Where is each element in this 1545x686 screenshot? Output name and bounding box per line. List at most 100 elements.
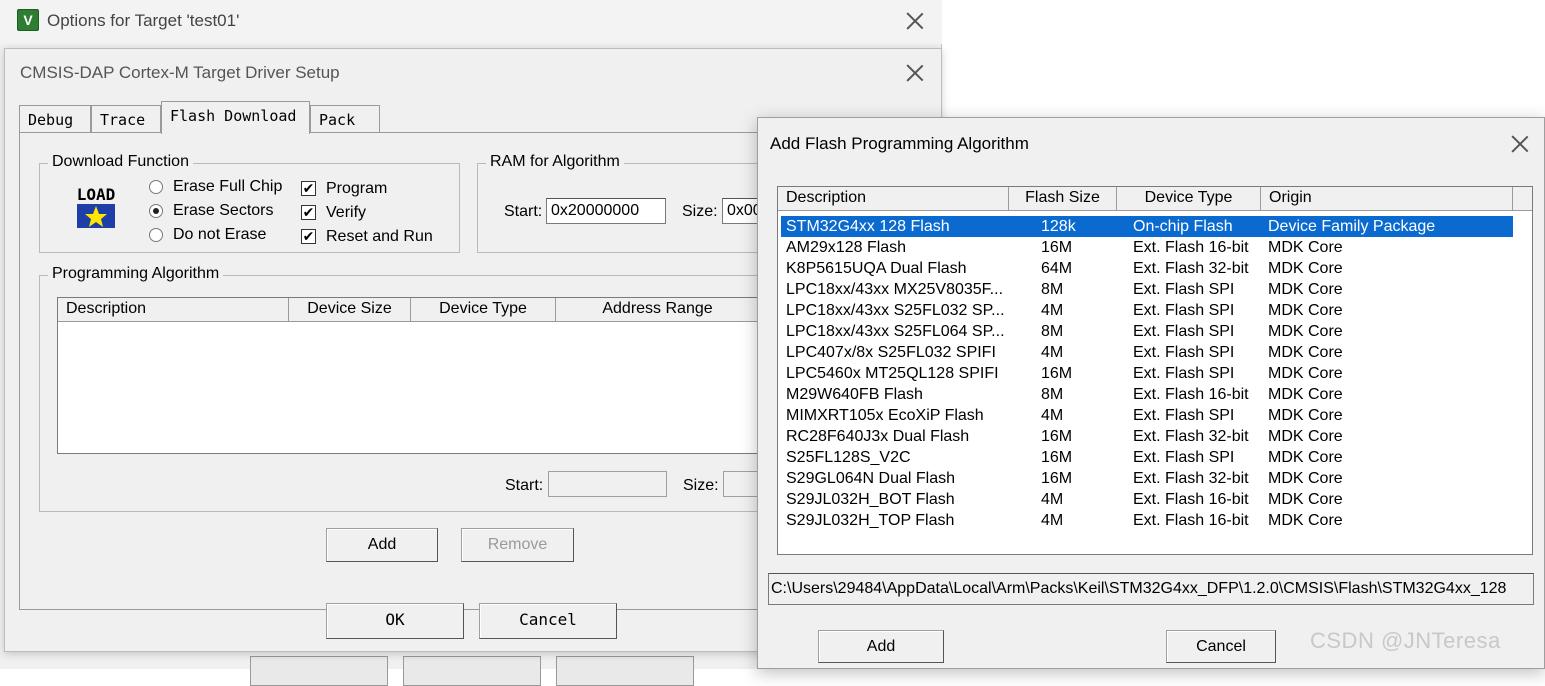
algo-origin: MDK Core [1268,428,1343,445]
dialog-title: Add Flash Programming Algorithm [770,134,1029,153]
outer-cancel-button[interactable] [403,656,541,686]
column-header-device-type[interactable]: Device Type [1117,187,1261,211]
erase-sectors-label[interactable]: Erase Sectors [173,202,273,220]
algo-description: M29W640FB Flash [786,386,923,403]
algo-description: AM29x128 Flash [786,239,907,256]
dialog-close-icon[interactable] [1510,134,1530,154]
algo-description: LPC18xx/43xx S25FL032 SP... [786,302,1005,319]
algo-device-type: Ext. Flash SPI [1133,323,1235,340]
algo-size-label: Size: [683,477,719,494]
remove-button[interactable]: Remove [461,528,574,562]
flash-algorithm-row[interactable]: MIMXRT105x EcoXiP Flash 4M Ext. Flash SPI M… [781,405,1513,426]
algo-origin: MDK Core [1268,323,1343,340]
dialog-add-button[interactable]: Add [818,630,944,663]
flash-algorithm-row[interactable]: LPC18xx/43xx MX25V8035F... 8M Ext. Flash S… [781,279,1513,300]
erase-sectors-radio[interactable] [149,204,163,218]
reset-and-run-label[interactable]: Reset and Run [326,228,433,246]
flash-algorithm-row[interactable]: AM29x128 Flash 16M Ext. Flash 16-bit MDK Co… [781,237,1513,258]
verify-checkbox[interactable]: ✔ [301,205,316,220]
flash-algorithm-row[interactable]: LPC407x/8x S25FL032 SPIFI 4M Ext. Flash SP… [781,342,1513,363]
algo-flash-size: 8M [1041,323,1064,340]
add-button[interactable]: Add [326,528,438,562]
algo-description: LPC407x/8x S25FL032 SPIFI [786,344,996,361]
algo-origin: MDK Core [1268,281,1343,298]
flash-algorithm-row[interactable]: S29GL064N Dual Flash 16M Ext. Flash 32-bit… [781,468,1513,489]
algo-description: S25FL128S_V2C [786,449,911,466]
ram-size-input[interactable]: 0x00 [722,198,758,224]
algo-device-type: On-chip Flash [1133,218,1233,235]
flash-algorithm-row[interactable]: S25FL128S_V2C 16M Ext. Flash SPI MDK Core [781,447,1513,468]
algo-description: S29JL032H_BOT Flash [786,491,955,508]
flash-algorithm-list[interactable]: Description Flash Size Device Type Origi… [777,186,1533,555]
outer-defaults-button[interactable] [556,656,694,686]
column-header-address-range[interactable]: Address Range [556,298,760,322]
algo-description: MIMXRT105x EcoXiP Flash [786,407,984,424]
do-not-erase-radio[interactable] [149,228,163,242]
algo-device-type: Ext. Flash SPI [1133,344,1235,361]
column-header-device-size[interactable]: Device Size [289,298,411,322]
ram-start-input[interactable]: 0x20000000 [546,198,666,224]
flash-algorithm-row[interactable]: S29JL032H_TOP Flash 4M Ext. Flash 16-bit MD… [781,510,1513,531]
ram-size-label: Size: [682,203,718,220]
dialog-cancel-button[interactable]: Cancel [1166,630,1276,663]
algo-device-type: Ext. Flash 16-bit [1133,491,1249,508]
algo-origin: Device Family Package [1268,218,1436,235]
tab-debug[interactable]: Debug [19,105,91,133]
flash-algorithm-row[interactable]: M29W640FB Flash 8M Ext. Flash 16-bit MDK Co… [781,384,1513,405]
flash-algorithm-row[interactable]: RC28F640J3x Dual Flash 16M Ext. Flash 32-b… [781,426,1513,447]
algo-description: S29JL032H_TOP Flash [786,512,955,529]
tab-flash-download[interactable]: Flash Download [161,101,310,134]
algo-device-type: Ext. Flash 16-bit [1133,512,1249,529]
tab-trace[interactable]: Trace [91,105,161,133]
algo-description: LPC18xx/43xx S25FL064 SP... [786,323,1005,340]
inner-close-icon[interactable] [905,63,925,83]
flash-algorithm-row[interactable]: S29JL032H_BOT Flash 4M Ext. Flash 16-bit MD… [781,489,1513,510]
erase-full-chip-label[interactable]: Erase Full Chip [173,178,282,196]
algo-device-type: Ext. Flash 32-bit [1133,428,1249,445]
tab-pack[interactable]: Pack [310,105,380,133]
verify-label[interactable]: Verify [326,204,366,222]
flash-algorithm-row[interactable]: K8P5615UQA Dual Flash 64M Ext. Flash 32-bi… [781,258,1513,279]
flash-algorithm-row[interactable]: LPC5460x MT25QL128 SPIFI 16M Ext. Flash SP… [781,363,1513,384]
program-label[interactable]: Program [326,180,387,198]
algo-device-type: Ext. Flash 32-bit [1133,260,1249,277]
flash-algorithm-row[interactable]: STM32G4xx 128 Flash 128k On-chip Flash Devi… [781,216,1513,237]
watermark: CSDN @JNTeresa [1310,628,1501,653]
reset-and-run-checkbox[interactable]: ✔ [301,229,316,244]
programming-algorithm-label: Programming Algorithm [48,265,224,283]
algo-device-type: Ext. Flash 32-bit [1133,470,1249,487]
algo-flash-size: 16M [1041,470,1073,487]
algorithm-path-field[interactable]: C:\Users\29484\AppData\Local\Arm\Packs\K… [768,573,1534,605]
algo-origin: MDK Core [1268,365,1343,382]
erase-full-chip-radio[interactable] [149,180,163,194]
column-header-flash-size[interactable]: Flash Size [1009,187,1117,211]
algo-device-type: Ext. Flash SPI [1133,302,1235,319]
algo-flash-size: 128k [1041,218,1076,235]
column-header-description[interactable]: Description [778,187,1009,211]
outer-ok-button[interactable] [250,656,388,686]
column-header-origin[interactable]: Origin [1261,187,1513,211]
do-not-erase-label[interactable]: Do not Erase [173,226,266,244]
program-checkbox[interactable]: ✔ [301,181,316,196]
flash-algorithm-row[interactable]: LPC18xx/43xx S25FL064 SP... 8M Ext. Flash … [781,321,1513,342]
ok-button[interactable]: OK [326,603,464,639]
column-header-device-type[interactable]: Device Type [411,298,556,322]
flash-algorithm-row[interactable]: LPC18xx/43xx S25FL032 SP... 4M Ext. Flash … [781,300,1513,321]
algo-description: K8P5615UQA Dual Flash [786,260,967,277]
keil-uvision-icon: V [17,9,39,31]
algo-flash-size: 64M [1041,260,1073,277]
inner-window-title: CMSIS-DAP Cortex-M Target Driver Setup [20,63,340,82]
algo-flash-size: 16M [1041,239,1073,256]
algo-origin: MDK Core [1268,302,1343,319]
ram-start-label: Start: [504,203,543,220]
outer-close-icon[interactable] [905,11,925,31]
algo-device-type: Ext. Flash SPI [1133,407,1235,424]
programming-algorithm-list[interactable]: Description Device Size Device Type Addr… [57,297,760,454]
algo-device-type: Ext. Flash 16-bit [1133,386,1249,403]
load-icon: LOAD [77,185,115,228]
cancel-button[interactable]: Cancel [479,603,617,639]
column-header-description[interactable]: Description [58,298,289,322]
algo-flash-size: 16M [1041,365,1073,382]
algo-size-input [723,471,759,497]
algo-flash-size: 16M [1041,449,1073,466]
